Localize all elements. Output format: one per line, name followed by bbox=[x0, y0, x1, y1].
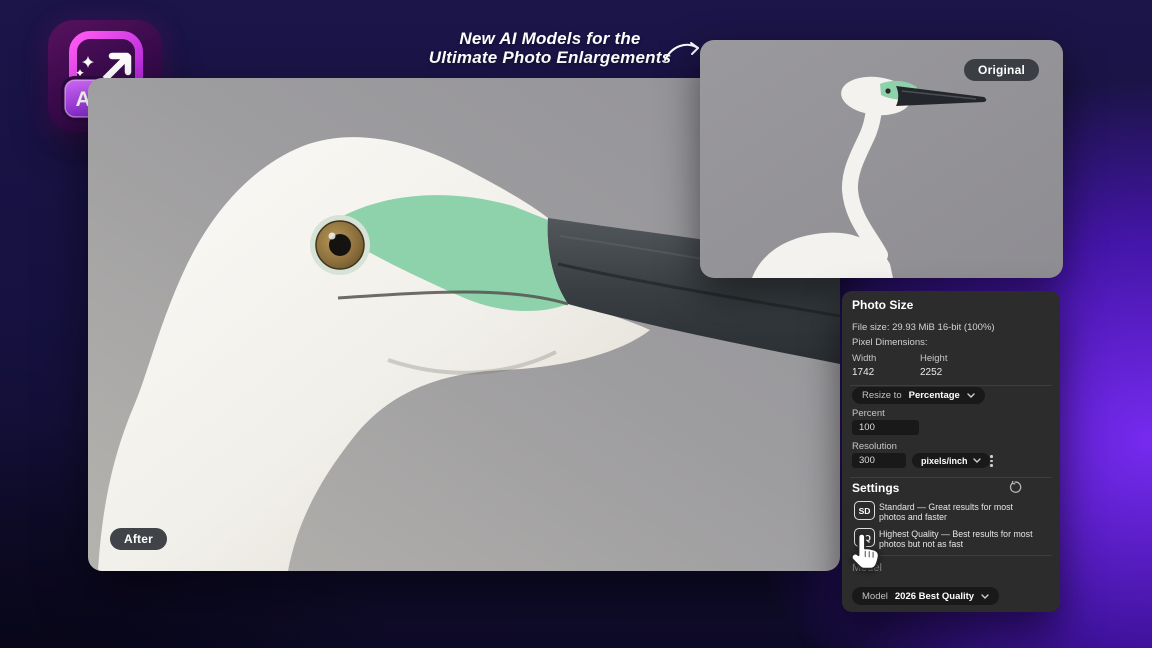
promo-canvas: AI New AI Models for the Ultimate Photo … bbox=[0, 0, 1152, 648]
after-badge: After bbox=[110, 528, 168, 550]
photo-size-heading: Photo Size bbox=[852, 298, 914, 312]
standard-quality-label: Standard — Great results for most photos… bbox=[879, 502, 1013, 522]
resolution-unit-dropdown[interactable]: pixels/inch bbox=[912, 453, 990, 468]
height-label: Height bbox=[920, 353, 948, 364]
pixel-dimensions-label: Pixel Dimensions: bbox=[852, 337, 928, 348]
model-label: Model bbox=[862, 590, 888, 602]
hand-cursor-icon bbox=[850, 532, 880, 570]
width-label: Width bbox=[852, 353, 877, 364]
height-value: 2252 bbox=[920, 367, 943, 378]
resolution-unit: pixels/inch bbox=[921, 455, 968, 466]
standard-quality-button[interactable]: SD bbox=[854, 501, 875, 520]
more-options-icon[interactable] bbox=[990, 455, 993, 467]
chevron-down-icon bbox=[981, 593, 989, 599]
file-size-text: File size: 29.93 MiB 16-bit (100%) bbox=[852, 322, 995, 333]
resize-to-label: Resize to bbox=[862, 390, 902, 401]
highest-quality-label: Highest Quality — Best results for most … bbox=[879, 529, 1033, 549]
headline-arrow-icon bbox=[664, 42, 699, 61]
width-value: 1742 bbox=[852, 367, 875, 378]
chevron-down-icon bbox=[967, 393, 975, 398]
divider bbox=[850, 385, 1052, 386]
resize-to-dropdown[interactable]: Resize to Percentage bbox=[852, 387, 985, 404]
original-photo: Original bbox=[700, 40, 1063, 278]
model-dropdown[interactable]: Model 2026 Best Quality bbox=[852, 587, 1000, 605]
percent-label: Percent bbox=[852, 408, 885, 419]
resolution-input[interactable] bbox=[852, 453, 906, 468]
reset-icon[interactable] bbox=[1008, 481, 1022, 495]
model-value: 2026 Best Quality bbox=[894, 590, 975, 602]
resolution-label: Resolution bbox=[852, 441, 897, 452]
divider bbox=[850, 477, 1052, 478]
settings-heading: Settings bbox=[852, 481, 900, 495]
original-badge: Original bbox=[964, 59, 1039, 81]
chevron-down-icon bbox=[972, 458, 981, 463]
resize-to-value: Percentage bbox=[908, 390, 960, 401]
percent-input[interactable] bbox=[852, 420, 919, 435]
